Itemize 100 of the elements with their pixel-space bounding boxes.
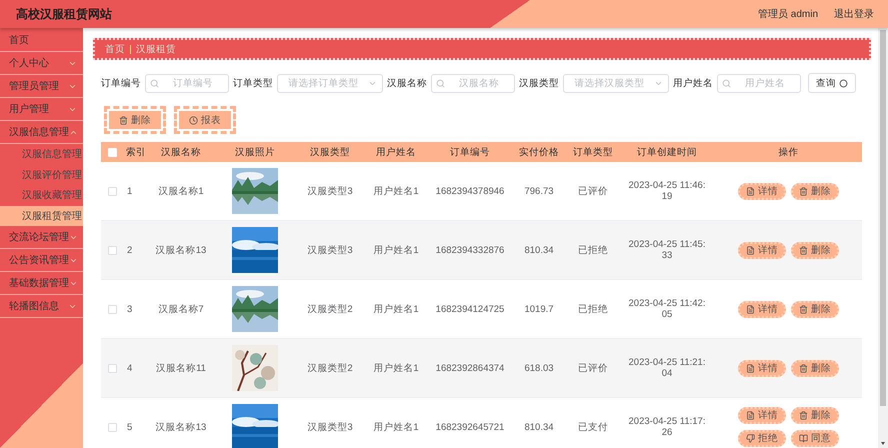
table-cell-text: 汉服类型3 — [306, 184, 354, 198]
trash-icon — [799, 411, 808, 420]
column-header: 实付价格 — [518, 146, 560, 158]
document-icon — [746, 411, 755, 420]
table-cell-text: 汉服名称7 — [157, 302, 205, 316]
table-cell-text: 汉服类型3 — [306, 244, 354, 256]
search-icon — [436, 78, 445, 88]
table-cell-text: 用户姓名1 — [372, 184, 420, 198]
delete-button[interactable]: 删除 — [791, 242, 839, 258]
column-header: 操作 — [778, 146, 800, 158]
table-cell-text: 2023-04-25 11:21: 04 — [628, 357, 706, 379]
search-icon — [722, 78, 731, 88]
row-checkbox[interactable] — [108, 422, 116, 432]
search-field[interactable]: 用户姓名 — [717, 74, 801, 92]
row-checkbox[interactable] — [108, 364, 116, 372]
detail-button[interactable]: 详情 — [738, 182, 786, 200]
column-header: 订单类型 — [572, 146, 614, 158]
book-icon — [799, 434, 808, 443]
scrollbar[interactable] — [878, 28, 888, 448]
table-cell-text: 已拒绝 — [577, 302, 609, 316]
table-cell-text: 1682394124725 — [434, 304, 506, 314]
table-cell-text: 2023-04-25 11:42: 05 — [628, 298, 706, 320]
select-all-checkbox[interactable] — [108, 148, 116, 156]
clock-icon — [189, 116, 198, 124]
trash-icon — [799, 364, 808, 372]
table-cell-text: 5 — [126, 422, 134, 432]
reject-button[interactable]: 拒绝 — [738, 430, 786, 447]
accept-button[interactable]: 同意 — [791, 430, 839, 447]
search-field[interactable]: 订单编号 — [145, 74, 229, 92]
table-cell-text: 已支付 — [577, 420, 609, 434]
row-checkbox[interactable] — [108, 304, 116, 314]
table-cell-text: 汉服名称13 — [154, 244, 208, 256]
breadcrumb-link[interactable]: 首页 — [105, 42, 125, 56]
detail-button[interactable]: 详情 — [738, 242, 786, 258]
row-checkbox[interactable] — [108, 186, 116, 196]
table-cell-text: 1682392645721 — [434, 422, 506, 432]
table-cell-text: 用户姓名1 — [372, 302, 420, 316]
delete-button[interactable]: 删除 — [791, 360, 839, 376]
column-header: 汉服类型 — [309, 146, 351, 158]
search-icon — [150, 78, 159, 88]
detail-button[interactable]: 详情 — [738, 300, 786, 318]
delete-button[interactable]: 删除 — [791, 407, 839, 424]
table-cell-text: 用户姓名1 — [372, 420, 420, 434]
trash-icon — [799, 304, 808, 314]
table-cell-text: 汉服类型2 — [306, 362, 354, 374]
table-cell-text: 汉服名称1 — [157, 184, 205, 198]
document-icon — [746, 186, 755, 196]
site-title: 高校汉服租赁网站 — [16, 6, 112, 22]
table-cell-text: 2023-04-25 11:46: 19 — [628, 180, 706, 202]
trash-icon — [799, 186, 808, 196]
column-header: 用户姓名 — [375, 146, 417, 158]
trash-icon — [119, 116, 128, 124]
table-cell-text: 810.34 — [523, 422, 555, 432]
breadcrumb-link[interactable]: 汉服租赁 — [136, 42, 176, 56]
table-cell-text: 2 — [126, 244, 134, 256]
column-header: 订单编号 — [449, 146, 491, 158]
table-cell-text: 汉服名称13 — [154, 420, 208, 434]
detail-button[interactable]: 详情 — [738, 360, 786, 376]
sidebar-subitem[interactable]: 汉服租赁管理 — [0, 206, 83, 226]
delete-button[interactable]: 删除 — [791, 300, 839, 318]
table-cell-text: 1019.7 — [523, 304, 555, 314]
search-button[interactable]: 查询 — [808, 73, 856, 93]
user-label: 管理员 admin — [758, 8, 818, 21]
table-cell-text: 汉服名称11 — [155, 362, 207, 374]
table-cell-text: 用户姓名1 — [372, 362, 420, 374]
filter-label: 用户姓名 — [673, 76, 713, 90]
table-cell-text: 796.73 — [523, 186, 555, 196]
delete-button[interactable]: 删除 — [791, 182, 839, 200]
delete-button[interactable]: 删除 — [109, 111, 161, 129]
document-icon — [746, 304, 755, 314]
table-cell-text: 1682394378946 — [434, 186, 506, 196]
filter-label: 汉服名称 — [387, 76, 427, 90]
table-cell-text: 3 — [126, 304, 134, 314]
table-cell-text: 810.34 — [523, 244, 555, 256]
trash-icon — [799, 246, 808, 254]
table-cell-text: 用户姓名1 — [372, 244, 420, 256]
column-header: 汉服照片 — [234, 146, 276, 158]
detail-button[interactable]: 详情 — [738, 407, 786, 424]
table-cell-text: 1682392864374 — [434, 362, 506, 374]
filter-label: 汉服类型 — [519, 76, 559, 90]
column-header: 订单创建时间 — [636, 146, 698, 158]
filter-label: 订单编号 — [101, 76, 141, 90]
table-cell-text: 汉服类型2 — [306, 302, 354, 316]
document-icon — [746, 364, 755, 372]
circle-icon — [839, 78, 848, 88]
filter-label: 订单类型 — [233, 76, 273, 90]
logout-link[interactable]: 退出登录 — [834, 7, 874, 21]
table-cell-text: 已拒绝 — [577, 244, 609, 256]
table-cell-text: 2023-04-25 11:17: 26 — [628, 416, 706, 438]
row-checkbox[interactable] — [108, 246, 116, 254]
table-cell-text: 4 — [126, 362, 134, 374]
search-field[interactable]: 汉服名称 — [431, 74, 515, 92]
report-button[interactable]: 报表 — [179, 111, 231, 129]
table-cell-text: 汉服类型3 — [306, 420, 354, 434]
column-header: 索引 — [125, 146, 147, 158]
column-header: 汉服名称 — [160, 146, 202, 158]
table-cell-text: 已评价 — [577, 362, 609, 374]
thumbs-down-icon — [746, 434, 755, 443]
table-cell-text: 1 — [126, 186, 134, 196]
table-cell-text: 1682394332876 — [434, 244, 506, 256]
